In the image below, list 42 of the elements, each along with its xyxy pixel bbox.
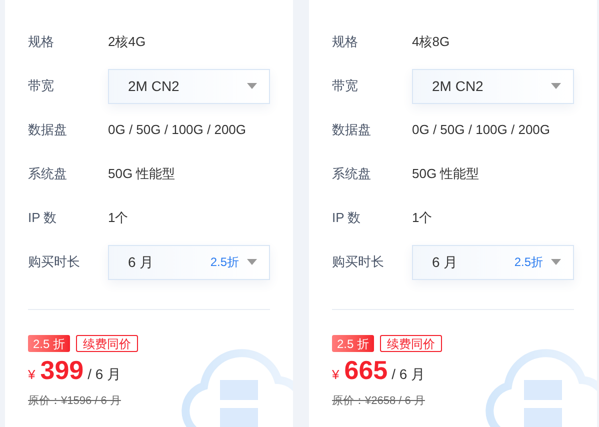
discount-tag: 2.5折: [514, 253, 543, 271]
spec-value: 50G 性能型: [108, 165, 176, 184]
spec-value: 50G 性能型: [412, 165, 480, 184]
spec-value: 1个: [108, 209, 128, 228]
currency-symbol: ¥: [332, 366, 340, 384]
original-price: 原价：¥2658 / 6 月: [332, 395, 425, 407]
spec-label: 购买时长: [28, 253, 81, 272]
renewal-badge: 续费同价: [76, 335, 138, 352]
spec-label: 购买时长: [332, 253, 385, 272]
discount-badge: 2.5 折: [332, 335, 374, 352]
caret-icon: [247, 259, 257, 265]
select-field[interactable]: 2M CN2: [412, 68, 574, 104]
price: 399: [40, 354, 84, 386]
caret-icon: [247, 83, 257, 89]
spec-label: 系统盘: [28, 165, 68, 184]
caret-icon: [551, 259, 561, 265]
spec-label: 规格: [28, 33, 55, 52]
original-price: 原价：¥1596 / 6 月: [28, 395, 121, 407]
spec-label: 规格: [332, 33, 359, 52]
select-field[interactable]: 6 月 2.5折: [108, 244, 270, 280]
currency-symbol: ¥: [28, 366, 36, 384]
discount-badge: 2.5 折: [28, 335, 70, 352]
spec-label: 数据盘: [28, 121, 68, 140]
discount-tag: 2.5折: [210, 253, 239, 271]
price: 665: [344, 354, 388, 386]
spec-value: 1个: [412, 209, 432, 228]
spec-value: 4核8G: [412, 33, 450, 52]
price-period: / 6 月: [392, 365, 426, 384]
spec-label: 带宽: [28, 77, 55, 96]
spec-label: 数据盘: [332, 121, 372, 140]
spec-label: 系统盘: [332, 165, 372, 184]
spec-label: IP 数: [332, 209, 362, 228]
renewal-badge: 续费同价: [380, 335, 442, 352]
price-period: / 6 月: [88, 365, 122, 384]
spec-label: IP 数: [28, 209, 58, 228]
spec-value: 2核4G: [108, 33, 146, 52]
spec-label: 带宽: [332, 77, 359, 96]
spec-value: 0G / 50G / 100G / 200G: [412, 121, 550, 140]
spec-value: 0G / 50G / 100G / 200G: [108, 121, 246, 140]
select-field[interactable]: 2M CN2: [108, 68, 270, 104]
select-field[interactable]: 6 月 2.5折: [412, 244, 574, 280]
caret-icon: [551, 83, 561, 89]
